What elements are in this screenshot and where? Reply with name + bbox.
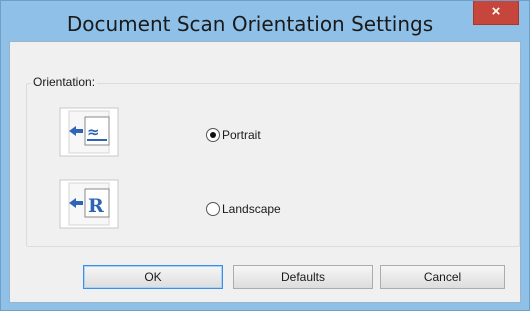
dialog-title: Document Scan Orientation Settings [66,12,434,36]
orientation-label: Orientation: [31,75,98,89]
landscape-radio[interactable] [206,202,220,216]
cancel-button[interactable]: Cancel [380,265,505,289]
landscape-radio-option[interactable]: Landscape [206,202,281,216]
portrait-radio-label: Portrait [222,128,261,142]
dialog-body: Orientation: ≈ R Portrait Landscape OK D… [9,41,521,303]
portrait-radio[interactable] [206,128,220,142]
defaults-button[interactable]: Defaults [233,265,373,289]
dialog-window: Document Scan Orientation Settings × Ori… [0,0,530,311]
close-icon: × [491,3,501,20]
ok-button[interactable]: OK [83,265,223,289]
landscape-radio-label: Landscape [222,202,281,216]
landscape-orientation-icon: R [59,179,119,229]
portrait-radio-option[interactable]: Portrait [206,128,261,142]
close-button[interactable]: × [473,1,519,25]
title-bar[interactable]: Document Scan Orientation Settings × [1,1,529,41]
portrait-orientation-icon: ≈ [59,107,119,157]
svg-text:R: R [88,195,104,217]
svg-text:≈: ≈ [87,123,100,141]
